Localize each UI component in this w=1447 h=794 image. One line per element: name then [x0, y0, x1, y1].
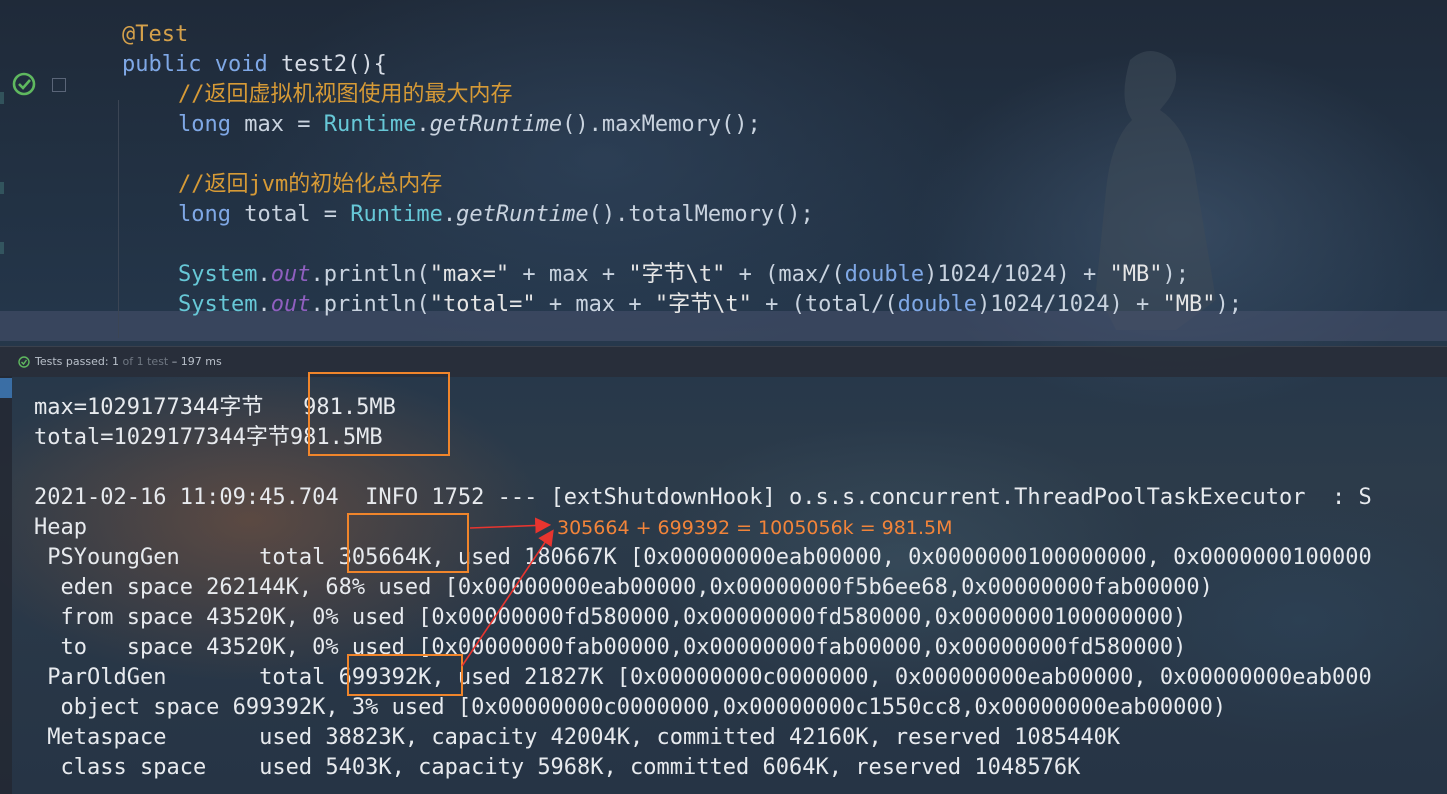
arrow-old-to-sum: [461, 529, 554, 667]
arrow-young-to-sum: [469, 517, 552, 534]
annotation-arrows: [461, 517, 554, 667]
